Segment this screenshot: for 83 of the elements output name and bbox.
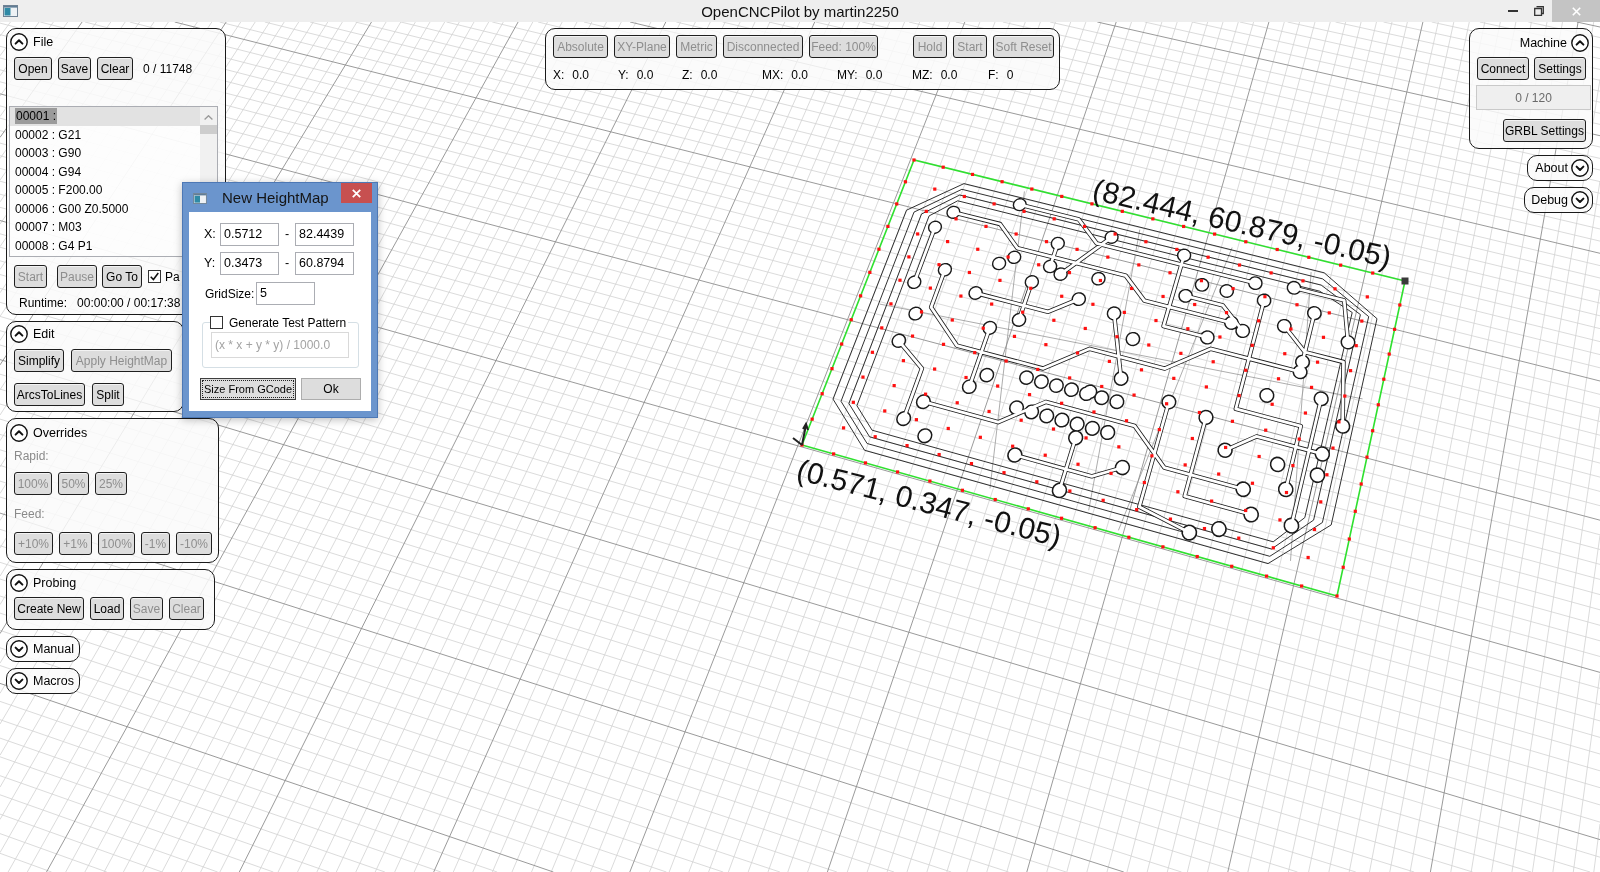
close-icon [352,188,361,198]
axis-value: 0.0 [572,69,590,81]
ok-button[interactable]: Ok [301,378,361,400]
chevron-up-icon[interactable] [10,424,28,442]
range-separator: - [283,257,291,270]
gcode-line[interactable]: 00004 : G94 [10,162,200,181]
settings-button[interactable]: Settings [1534,57,1586,80]
line-count: 0 / 11748 [143,60,193,78]
simplify-button[interactable]: Simplify [14,349,64,372]
chevron-up-icon[interactable] [10,33,28,51]
axis-label: X: [204,228,217,241]
app-icon [3,5,18,17]
panel-title: About [1535,161,1568,175]
save-button[interactable]: Save [58,57,91,80]
chevron-down-icon[interactable] [10,672,28,690]
range-start-field[interactable]: 0.3473 [220,252,279,275]
axis-value: 0.0 [636,69,654,81]
gcode-line[interactable]: 00003 : G90 [10,144,200,163]
axis-value: 0.0 [700,69,718,81]
axis-label: Y: [204,257,217,270]
scrollbar-thumb[interactable] [200,125,217,134]
coordinate-label: (0.571, 0.347, -0.05) [793,452,1065,553]
axis-label: X: [553,69,565,81]
app-icon [193,193,207,204]
arcs-to-lines-button[interactable]: ArcsToLines [14,383,85,406]
override-label: Rapid: [14,449,49,463]
restore-icon [1533,6,1544,16]
range-separator: - [283,228,291,241]
range-start-field[interactable]: 0.5712 [220,223,279,246]
axis-label: Y: [618,69,629,81]
chevron-down-icon[interactable] [1571,191,1589,209]
chevron-up-icon[interactable] [10,574,28,592]
checkmark-icon [150,272,159,281]
panel-title: Machine [1519,36,1567,50]
split-button[interactable]: Split [92,383,124,406]
go-to-button[interactable]: Go To [102,265,142,288]
axis-label: MX: [762,69,784,81]
corner-marker-icon [1401,277,1409,285]
chevron-down-icon[interactable] [10,640,28,658]
grid-size-field[interactable]: 5 [256,282,315,305]
load-button[interactable]: Load [90,597,124,620]
range-end-field[interactable]: 82.4439 [295,223,354,246]
pause-checkbox[interactable] [148,270,161,283]
override-label: Feed: [14,507,45,521]
axis-label: F: [988,69,999,81]
coordinate-label: (82.444, 60.879, -0.05) [1089,172,1395,274]
gcode-line[interactable]: 00002 : G21 [10,125,200,144]
checkbox-label: Pa [165,270,180,283]
grid-size-label: GridSize: [205,287,256,300]
axis-label: Z: [682,69,693,81]
runtime-label: Runtime: [19,295,68,312]
chevron-up-icon[interactable] [1571,34,1589,52]
chevron-up-icon[interactable] [10,325,28,343]
runtime-value: 00:00:00 / 00:17:38 [77,295,181,312]
size-from-gcode-button[interactable]: Size From GCode [200,378,296,400]
chevron-down-icon[interactable] [1571,159,1589,177]
dialog-title: New HeightMap [222,190,329,205]
close-icon [1571,6,1581,16]
checkbox-label: Generate Test Pattern [229,316,347,329]
axis-value: 0.0 [940,69,958,81]
grbl-settings-button[interactable]: GRBL Settings [1503,119,1586,142]
panel-title: Macros [33,674,74,688]
panel-title: Debug [1531,193,1568,207]
panel-title: Manual [33,642,74,656]
clear-button[interactable]: Clear [97,57,133,80]
buffer-field: 0 / 120 [1476,85,1591,110]
panel-title: Edit [33,327,55,341]
connect-button[interactable]: Connect [1477,57,1529,80]
axis-value: 0.0 [865,69,883,81]
panel-title: File [33,35,54,49]
axis-label: MY: [837,69,858,81]
range-end-field[interactable]: 60.8794 [295,252,354,275]
panel-title: Overrides [33,426,88,440]
axis-value: 0.0 [791,69,809,81]
open-button[interactable]: Open [14,57,52,80]
panel-title: Probing [33,576,77,590]
axis-value: 0 [1006,69,1014,81]
axis-label: MZ: [912,69,933,81]
minimize-icon [1507,10,1518,12]
close-button[interactable] [341,183,372,203]
window-title: OpenCNCPilot by martin2250 [701,3,899,19]
create-new-button[interactable]: Create New [14,597,84,620]
axes-icon [792,421,809,446]
